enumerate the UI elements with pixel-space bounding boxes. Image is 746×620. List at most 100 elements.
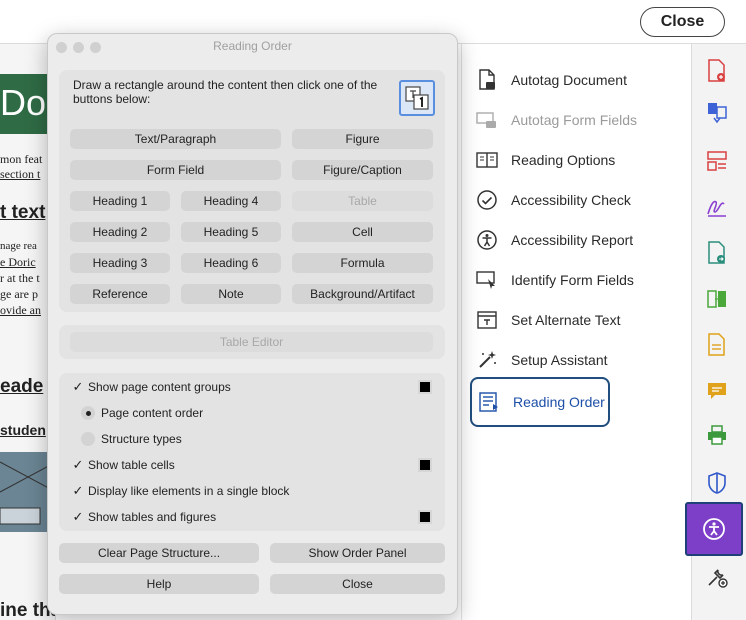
tool-reading-options[interactable]: Reading Options <box>476 145 676 175</box>
tools-panel: Autotag Document Autotag Form Fields Rea… <box>461 44 691 620</box>
text-paragraph-button[interactable]: Text/Paragraph <box>70 129 281 149</box>
tool-rail <box>685 44 746 620</box>
tool-label: Set Alternate Text <box>511 312 621 328</box>
checkmark-icon: ✓ <box>72 379 84 394</box>
document-heading: t text <box>0 202 46 223</box>
figure-button[interactable]: Figure <box>292 129 433 149</box>
accessibility-person-icon <box>476 229 498 251</box>
document-tag-icon <box>476 69 498 91</box>
cell-button[interactable]: Cell <box>292 222 433 242</box>
option-label: Show page content groups <box>88 380 231 394</box>
document-heading: eade <box>0 376 44 397</box>
document-text: section t <box>0 167 41 181</box>
check-circle-icon <box>476 189 498 211</box>
document-text: e Doric <box>0 255 36 269</box>
instruction-text: Draw a rectangle around the content then… <box>73 78 378 106</box>
combine-files-icon[interactable] <box>704 100 730 126</box>
heading-1-button[interactable]: Heading 1 <box>70 191 170 211</box>
export-pdf-icon[interactable] <box>704 240 730 266</box>
heading-3-button[interactable]: Heading 3 <box>70 253 170 273</box>
form-field-button[interactable]: Form Field <box>70 160 281 180</box>
close-button[interactable]: Close <box>640 7 725 37</box>
tool-label: Setup Assistant <box>511 352 608 368</box>
background-artifact-button[interactable]: Background/Artifact <box>292 284 433 304</box>
dialog-close-button[interactable]: Close <box>270 574 445 594</box>
heading-6-button[interactable]: Heading 6 <box>181 253 281 273</box>
organize-pages-icon[interactable] <box>704 148 730 174</box>
book-icon <box>476 149 498 171</box>
heading-4-button[interactable]: Heading 4 <box>181 191 281 211</box>
note-button[interactable]: Note <box>181 284 281 304</box>
alt-text-icon <box>476 309 498 331</box>
heading-2-button[interactable]: Heading 2 <box>70 222 170 242</box>
tool-label: Autotag Form Fields <box>511 112 638 128</box>
tool-label: Accessibility Report <box>511 232 634 248</box>
reading-order-dialog: Reading Order Draw a rectangle around th… <box>47 33 458 615</box>
tool-label: Identify Form Fields <box>511 272 634 288</box>
accessibility-icon <box>703 518 725 540</box>
show-tables-figures-checkbox[interactable]: ✓ Show tables and figures <box>71 508 217 526</box>
show-groups-checkbox[interactable]: ✓ Show page content groups <box>71 378 231 396</box>
more-tools-icon[interactable] <box>704 564 730 590</box>
checkmark-icon: ✓ <box>72 483 84 498</box>
option-label: Show table cells <box>88 458 175 472</box>
option-label: Display like elements in a single block <box>88 484 290 498</box>
document-text: ovide an <box>0 303 41 317</box>
display-like-elements-checkbox[interactable]: ✓ Display like elements in a single bloc… <box>71 482 290 500</box>
tool-autotag-document[interactable]: Autotag Document <box>476 65 676 95</box>
protect-shield-icon[interactable] <box>704 470 730 496</box>
form-cursor-icon <box>476 269 498 291</box>
tool-accessibility-report[interactable]: Accessibility Report <box>476 225 676 255</box>
tool-accessibility-check[interactable]: Accessibility Check <box>476 185 676 215</box>
document-text: r at the t <box>0 271 40 285</box>
reading-order-icon <box>478 391 500 413</box>
show-order-panel-button[interactable]: Show Order Panel <box>270 543 445 563</box>
compare-files-icon[interactable] <box>704 286 730 312</box>
table-editor-button[interactable]: Table Editor <box>70 332 433 352</box>
show-table-cells-checkbox[interactable]: ✓ Show table cells <box>71 456 175 474</box>
table-editor-group: Table Editor <box>59 325 445 359</box>
dialog-titlebar[interactable]: Reading Order <box>48 34 457 58</box>
accessibility-tool-button[interactable] <box>685 502 743 556</box>
tables-figures-color-swatch[interactable] <box>418 510 432 524</box>
option-label: Structure types <box>101 432 182 446</box>
document-text: studen <box>0 422 46 438</box>
document-text: mon feat <box>0 152 43 166</box>
sign-icon[interactable] <box>704 194 730 220</box>
checkmark-icon: ✓ <box>72 509 84 524</box>
page-content-order-radio[interactable]: Page content order <box>81 404 203 422</box>
comment-icon[interactable] <box>704 378 730 404</box>
display-options-group: ✓ Show page content groups Page content … <box>59 373 445 531</box>
form-tag-icon <box>476 109 498 131</box>
tool-label: Autotag Document <box>511 72 627 88</box>
tool-autotag-form-fields[interactable]: Autotag Form Fields <box>476 105 676 135</box>
reference-button[interactable]: Reference <box>70 284 170 304</box>
radio-unselected-icon <box>81 432 95 446</box>
clear-page-structure-button[interactable]: Clear Page Structure... <box>59 543 259 563</box>
tag-buttons-group: Draw a rectangle around the content then… <box>59 70 445 312</box>
tool-label: Reading Order <box>513 394 605 410</box>
document-text: nage rea <box>0 240 37 252</box>
figure-caption-button[interactable]: Figure/Caption <box>292 160 433 180</box>
comment-doc-icon[interactable] <box>704 332 730 358</box>
tool-setup-assistant[interactable]: Setup Assistant <box>476 345 676 375</box>
table-cells-color-swatch[interactable] <box>418 458 432 472</box>
option-label: Show tables and figures <box>88 510 217 524</box>
dialog-title: Reading Order <box>213 39 292 53</box>
table-button[interactable]: Table <box>292 191 433 211</box>
structure-types-radio[interactable]: Structure types <box>81 430 182 448</box>
help-button[interactable]: Help <box>59 574 259 594</box>
formula-button[interactable]: Formula <box>292 253 433 273</box>
print-production-icon[interactable] <box>704 422 730 448</box>
groups-color-swatch[interactable] <box>418 380 432 394</box>
option-label: Page content order <box>101 406 204 420</box>
heading-5-button[interactable]: Heading 5 <box>181 222 281 242</box>
tool-set-alternate-text[interactable]: Set Alternate Text <box>476 305 676 335</box>
create-pdf-icon[interactable] <box>704 58 730 84</box>
tool-identify-form-fields[interactable]: Identify Form Fields <box>476 265 676 295</box>
touchup-tag-icon[interactable] <box>399 80 435 116</box>
radio-selected-icon <box>81 406 95 420</box>
tool-reading-order[interactable]: Reading Order <box>470 377 610 427</box>
checkmark-icon: ✓ <box>72 457 84 472</box>
magic-wand-icon <box>476 349 498 371</box>
